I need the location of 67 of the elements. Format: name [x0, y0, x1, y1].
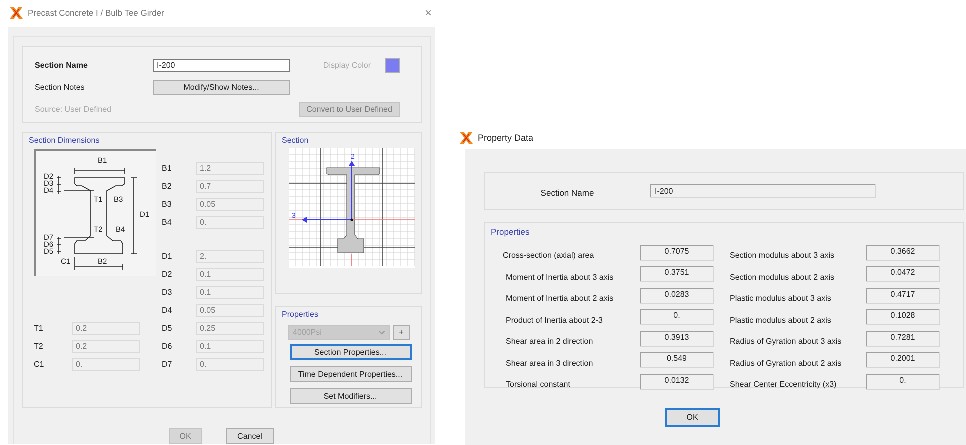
property-label: Moment of Inertia about 3 axis	[505, 272, 615, 282]
property-label: Cross-section (axial) area	[503, 250, 596, 260]
field-label: B1	[162, 164, 173, 172]
field-label: Section Name	[540, 187, 596, 198]
close-button[interactable]: ×	[424, 6, 432, 20]
property-label: Shear area in 3 direction	[505, 358, 594, 368]
property-label: Radius of Gyration about 3 axis	[729, 336, 843, 346]
field-label: D5	[162, 324, 174, 332]
notes-button[interactable]: Modify/Show Notes...	[153, 80, 290, 95]
add-button[interactable]: +	[393, 325, 410, 340]
field-label: T2	[34, 342, 44, 350]
ok-button[interactable]: OK	[665, 408, 720, 427]
property-value: 0.7281	[866, 330, 940, 347]
field-label: D6	[162, 342, 174, 350]
field-label: D1	[162, 252, 174, 260]
app-logo-icon	[460, 132, 473, 144]
field-label: C1	[34, 360, 46, 368]
property-value: 0.0132	[640, 374, 714, 390]
property-value: 0.3751	[640, 266, 714, 282]
property-label: Radius of Gyration about 2 axis	[729, 358, 843, 368]
source-text: Source: User Defined	[35, 105, 112, 114]
property-button[interactable]: Set Modifiers...	[290, 388, 412, 404]
property-value: 0.7075	[640, 244, 714, 261]
property-button[interactable]: Section Properties...	[290, 344, 412, 360]
property-value: 0.	[640, 309, 714, 326]
property-value: 0.1028	[866, 309, 940, 326]
field-label: T1	[34, 324, 44, 332]
group-title: Properties	[491, 227, 530, 237]
property-label: Torsional constant	[505, 379, 572, 390]
property-value: 0.2001	[866, 352, 940, 368]
property-label: Section modulus about 3 axis	[729, 250, 836, 260]
property-value: 0.549	[640, 352, 714, 368]
field-label: B4	[162, 218, 173, 226]
group-title: Section	[282, 136, 309, 145]
section-name-field: I-200	[650, 184, 876, 198]
property-value: 0.	[866, 374, 940, 390]
caret-icon	[379, 330, 385, 334]
property-value: 0.0472	[866, 266, 940, 282]
group-title: Properties	[282, 310, 318, 319]
section-name-field[interactable]: I-200	[153, 59, 290, 72]
field-label: Section Notes	[35, 83, 86, 92]
field-label: B2	[162, 182, 173, 190]
cancel-button[interactable]: Cancel	[226, 428, 274, 444]
property-value: 0.3913	[640, 330, 714, 347]
field-label: Section Name	[35, 61, 89, 70]
property-label: Shear Center Eccentricity (x3)	[729, 379, 838, 390]
field-label: B3	[162, 200, 173, 208]
property-label: Product of Inertia about 2-3	[505, 314, 604, 325]
property-value: 0.3662	[866, 244, 940, 261]
group-title: Section Dimensions	[29, 136, 100, 145]
property-button[interactable]: Time Dependent Properties...	[290, 366, 412, 382]
field-label: D4	[162, 306, 174, 314]
field-label: D7	[162, 360, 174, 368]
property-value: 0.0283	[640, 288, 714, 304]
property-label: Moment of Inertia about 2 axis	[505, 293, 615, 304]
property-value: 0.4717	[866, 288, 940, 304]
property-label: Shear area in 2 direction	[505, 336, 594, 346]
window-title: Property Data	[478, 133, 535, 143]
window-title: Precast Concrete I / Bulb Tee Girder	[28, 8, 166, 18]
color-swatch[interactable]	[385, 58, 400, 73]
app-logo-icon	[10, 7, 23, 19]
field-label: Display Color	[323, 61, 371, 70]
field-label: D2	[162, 270, 174, 278]
property-label: Plastic modulus about 3 axis	[729, 293, 832, 304]
property-label: Section modulus about 2 axis	[729, 272, 836, 282]
field-label: D3	[162, 288, 174, 296]
property-label: Plastic modulus about 2 axis	[729, 314, 832, 325]
